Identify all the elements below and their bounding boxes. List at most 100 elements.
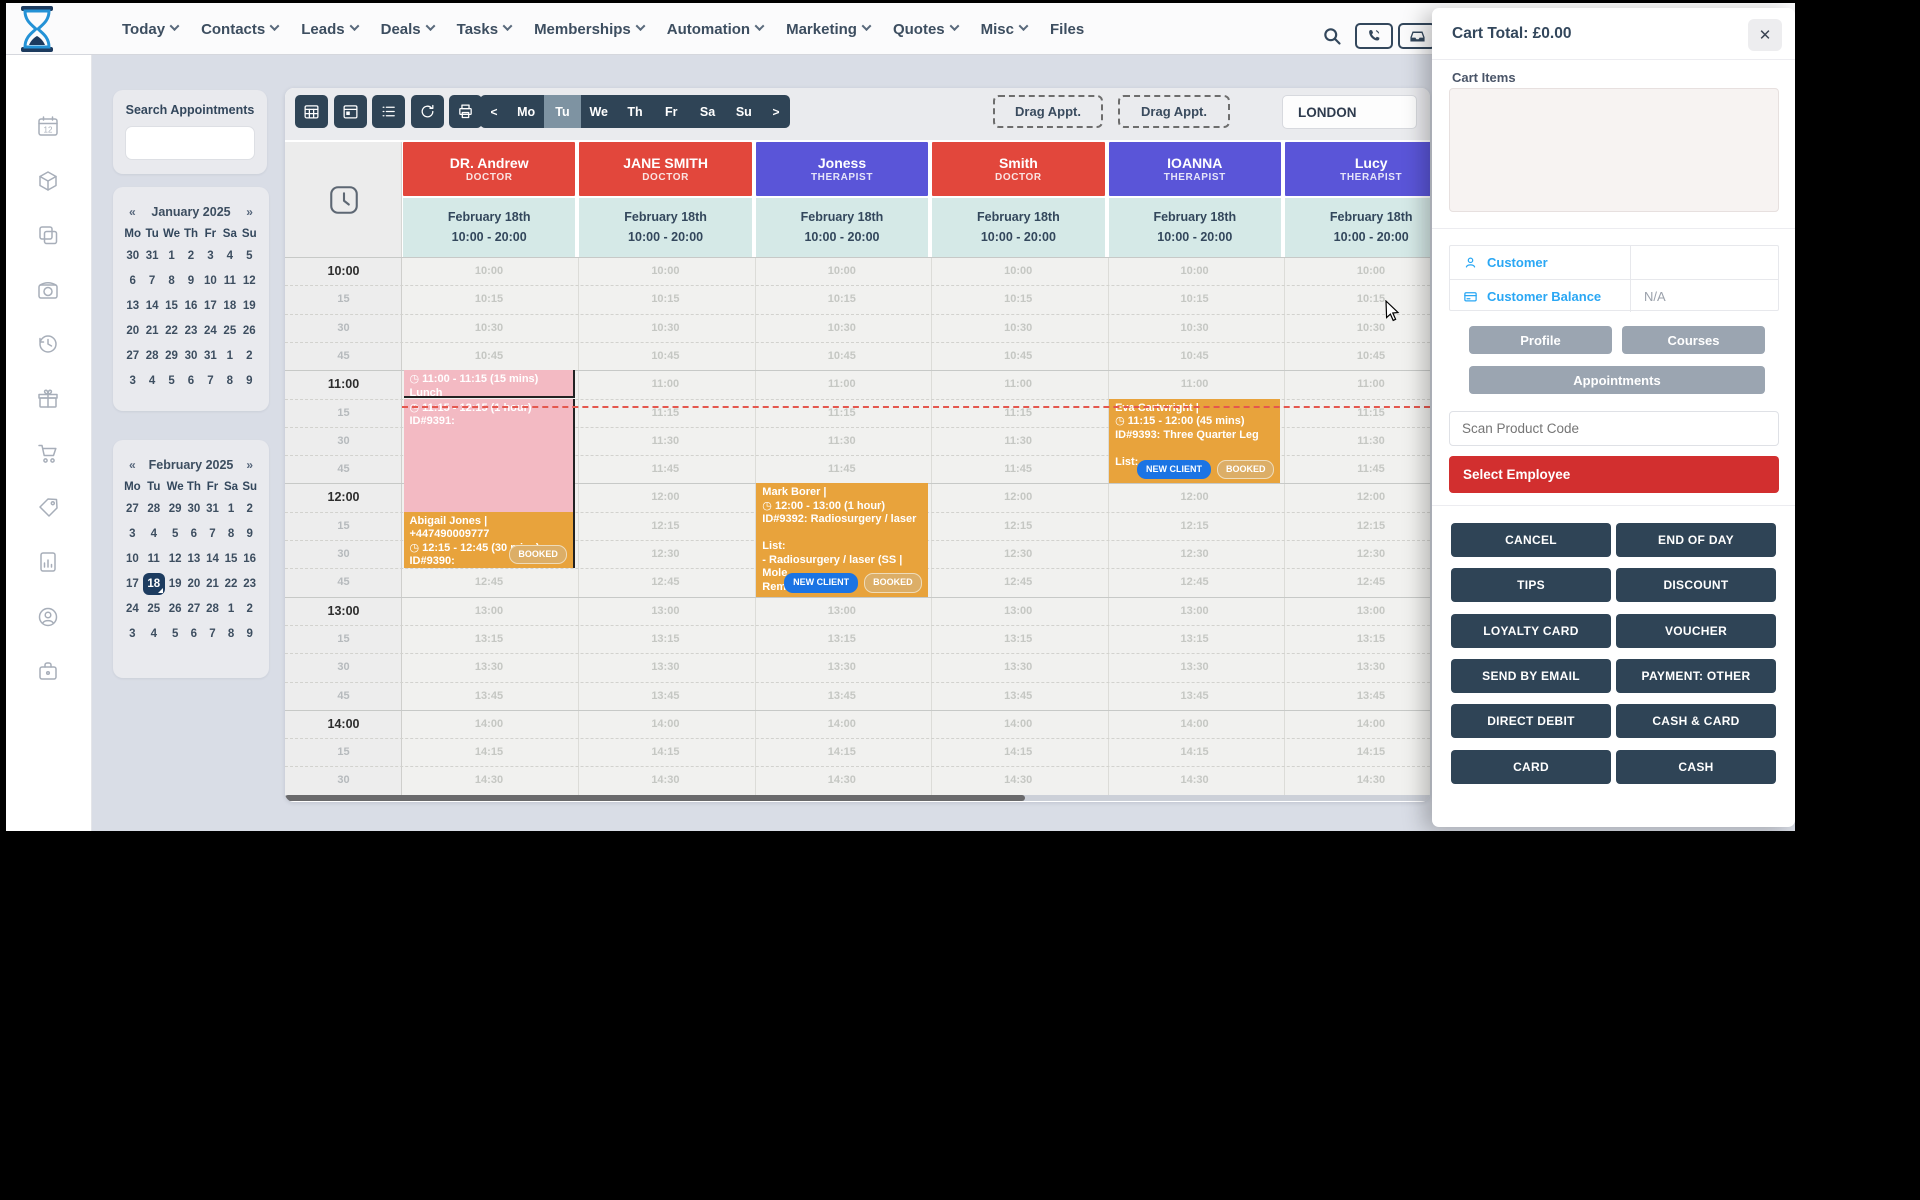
day-cell[interactable]: 5 — [162, 368, 181, 393]
day-cell[interactable]: 27 — [185, 596, 204, 621]
day-cell[interactable]: 26 — [166, 596, 185, 621]
select-employee-button[interactable]: Select Employee — [1449, 456, 1779, 493]
slot-time-ghost[interactable]: 14:15 — [755, 738, 929, 766]
cancel-button[interactable]: CANCEL — [1451, 523, 1611, 557]
day-cell[interactable]: 10 — [201, 268, 220, 293]
day-cell[interactable]: 13 — [185, 546, 204, 571]
slot-time-ghost[interactable]: 14:00 — [931, 710, 1105, 738]
calendar-icon[interactable]: 12 — [36, 114, 60, 138]
appointment-block[interactable]: ◷ 11:15 - 12:15 (1 hour)ID#9391: — [404, 399, 575, 512]
day-cell[interactable]: 8 — [222, 621, 241, 646]
slot-time-ghost[interactable]: 10:45 — [578, 342, 752, 370]
slot-time-ghost[interactable]: 10:00 — [578, 257, 752, 285]
card-button[interactable]: CARD — [1451, 750, 1611, 784]
slot-time-ghost[interactable]: 12:45 — [578, 568, 752, 596]
day-cell[interactable]: 12 — [240, 268, 259, 293]
slot-time-ghost[interactable]: 13:00 — [402, 597, 576, 625]
courses-button[interactable]: Courses — [1622, 326, 1765, 354]
discount-button[interactable]: DISCOUNT — [1616, 568, 1776, 602]
gift-icon[interactable] — [36, 387, 60, 411]
cart-icon[interactable] — [36, 441, 60, 465]
nav-item-deals[interactable]: Deals — [381, 21, 434, 38]
slot-time-ghost[interactable]: 10:15 — [1108, 285, 1282, 313]
nav-item-memberships[interactable]: Memberships — [534, 21, 644, 38]
profile-button[interactable]: Profile — [1469, 326, 1612, 354]
slot-time-ghost[interactable]: 12:00 — [1108, 483, 1282, 511]
slot-time-ghost[interactable]: 14:15 — [578, 738, 752, 766]
agenda-view-button[interactable] — [372, 95, 405, 128]
slot-time-ghost[interactable]: 12:00 — [931, 483, 1105, 511]
drag-appointment-button-1[interactable]: Drag Appt. — [993, 95, 1103, 128]
slot-time-ghost[interactable]: 10:15 — [931, 285, 1105, 313]
nav-item-tasks[interactable]: Tasks — [457, 21, 511, 38]
slot-time-ghost[interactable]: 11:00 — [1284, 370, 1430, 398]
day-cell[interactable]: 23 — [240, 571, 259, 596]
day-cell[interactable]: 1 — [222, 496, 241, 521]
nav-item-quotes[interactable]: Quotes — [893, 21, 958, 38]
day-cell[interactable]: 3 — [123, 521, 142, 546]
prev-day-icon[interactable]: < — [480, 95, 508, 128]
slot-time-ghost[interactable]: 13:30 — [578, 653, 752, 681]
day-cell[interactable]: 31 — [142, 243, 161, 268]
day-cell[interactable]: 29 — [166, 496, 185, 521]
day-cell[interactable]: 13 — [123, 293, 142, 318]
day-cell[interactable]: 8 — [220, 368, 239, 393]
slot-time-ghost[interactable]: 14:00 — [402, 710, 576, 738]
slot-time-ghost[interactable]: 13:15 — [1284, 625, 1430, 653]
slot-time-ghost[interactable]: 11:00 — [755, 370, 929, 398]
day-cell[interactable]: 11 — [220, 268, 239, 293]
location-select[interactable]: LONDON — [1282, 95, 1417, 129]
day-cell[interactable]: 6 — [185, 521, 204, 546]
nav-item-leads[interactable]: Leads — [301, 21, 357, 38]
day-cell[interactable]: 16 — [240, 546, 259, 571]
day-cell[interactable]: 24 — [123, 596, 142, 621]
slot-time-ghost[interactable]: 13:00 — [1284, 597, 1430, 625]
slot-time-ghost[interactable]: 12:15 — [931, 512, 1105, 540]
day-cell[interactable]: 9 — [240, 621, 259, 646]
day-cell[interactable]: 4 — [142, 368, 161, 393]
day-cell[interactable]: 1 — [220, 343, 239, 368]
nav-item-marketing[interactable]: Marketing — [786, 21, 870, 38]
slot-time-ghost[interactable]: 10:30 — [931, 314, 1105, 342]
day-cell[interactable]: 7 — [203, 621, 222, 646]
nav-item-today[interactable]: Today — [122, 21, 178, 38]
slot-time-ghost[interactable]: 12:30 — [931, 540, 1105, 568]
camera-icon[interactable] — [36, 278, 60, 302]
drag-appointment-button-2[interactable]: Drag Appt. — [1118, 95, 1230, 128]
customer-link[interactable]: Customer — [1450, 255, 1630, 270]
search-appointments-input[interactable] — [125, 126, 255, 160]
day-cell[interactable]: 2 — [240, 496, 259, 521]
slot-time-ghost[interactable]: 13:45 — [1284, 682, 1430, 710]
direct-debit-button[interactable]: DIRECT DEBIT — [1451, 704, 1611, 738]
slot-time-ghost[interactable]: 11:15 — [578, 399, 752, 427]
slot-time-ghost[interactable]: 10:15 — [1284, 285, 1430, 313]
slot-time-ghost[interactable]: 13:15 — [402, 625, 576, 653]
payment-other-button[interactable]: PAYMENT: OTHER — [1616, 659, 1776, 693]
report-icon[interactable] — [36, 550, 60, 574]
day-cell[interactable]: 7 — [201, 368, 220, 393]
slot-time-ghost[interactable]: 13:30 — [1284, 653, 1430, 681]
slot-time-ghost[interactable]: 12:15 — [578, 512, 752, 540]
slot-time-ghost[interactable]: 10:30 — [755, 314, 929, 342]
day-tab-su[interactable]: Su — [726, 95, 762, 128]
slot-time-ghost[interactable]: 13:00 — [755, 597, 929, 625]
day-cell[interactable]: 7 — [203, 521, 222, 546]
day-cell[interactable]: 19 — [240, 293, 259, 318]
slot-time-ghost[interactable]: 14:15 — [1108, 738, 1282, 766]
slot-time-ghost[interactable]: 13:00 — [1108, 597, 1282, 625]
prev-month-icon[interactable]: « — [127, 458, 138, 472]
slot-time-ghost[interactable]: 13:30 — [402, 653, 576, 681]
prev-month-icon[interactable]: « — [127, 205, 138, 219]
day-cell[interactable]: 31 — [201, 343, 220, 368]
slot-time-ghost[interactable]: 13:00 — [931, 597, 1105, 625]
slot-time-ghost[interactable]: 12:45 — [1284, 568, 1430, 596]
day-cell[interactable]: 12 — [166, 546, 185, 571]
day-cell[interactable]: 3 — [123, 621, 142, 646]
inbox-button[interactable] — [1398, 23, 1436, 49]
slot-time-ghost[interactable]: 13:15 — [1108, 625, 1282, 653]
scan-product-code-input[interactable] — [1449, 411, 1779, 446]
day-cell[interactable]: 20 — [123, 318, 142, 343]
phone-button[interactable] — [1355, 23, 1393, 49]
staff-header-jane-smith[interactable]: JANE SMITHDOCTOR — [579, 142, 751, 196]
month-view-button[interactable] — [295, 95, 328, 128]
